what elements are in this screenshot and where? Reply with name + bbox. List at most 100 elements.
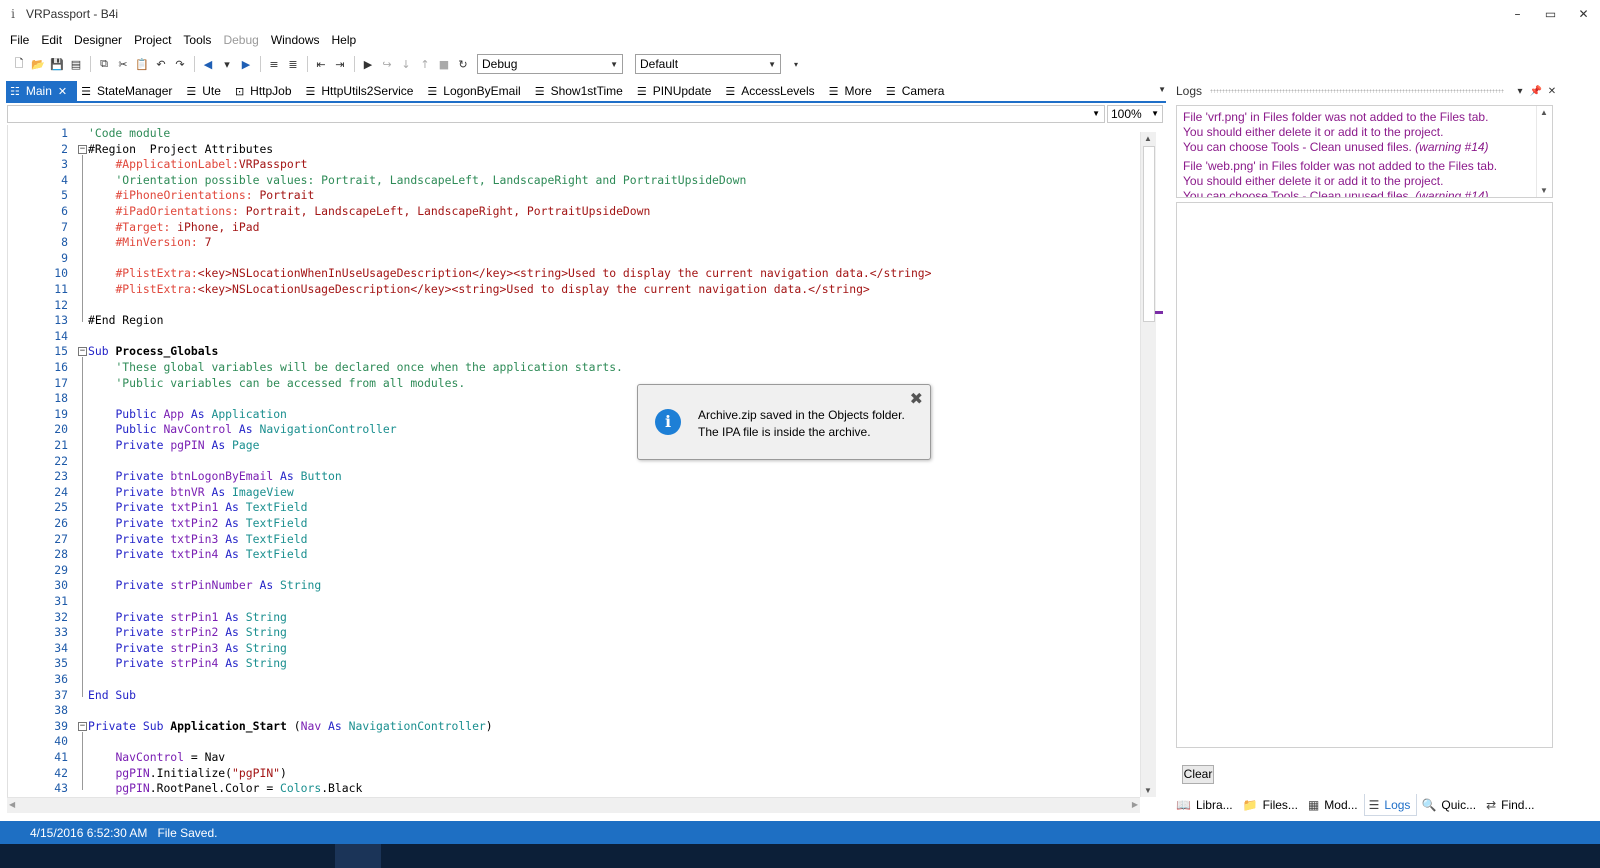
pin-icon[interactable]: 📌 xyxy=(1528,86,1544,97)
code-line[interactable]: 9 xyxy=(8,251,1138,267)
tab-modules[interactable]: ▦ Mod... xyxy=(1304,794,1364,816)
code-line[interactable]: 12 xyxy=(8,298,1138,314)
editor-horizontal-scrollbar[interactable]: ◀ ▶ xyxy=(7,797,1140,813)
tab-camera[interactable]: ☰ Camera xyxy=(882,81,955,101)
undo-icon[interactable]: ↶ xyxy=(152,55,170,73)
code-line[interactable]: 10 #PlistExtra:<key>NSLocationWhenInUseU… xyxy=(8,266,1138,282)
code-line[interactable]: 37 End Sub xyxy=(8,688,1138,704)
code-line[interactable]: 8 #MinVersion: 7 xyxy=(8,235,1138,251)
code-line[interactable]: 29 xyxy=(8,563,1138,579)
tab-show1sttime[interactable]: ☰ Show1stTime xyxy=(531,81,633,101)
toolbar-overflow-icon[interactable]: ▾ xyxy=(787,55,805,73)
code-line[interactable]: 3 #ApplicationLabel:VRPassport xyxy=(8,157,1138,173)
target-config-select[interactable]: Default ▼ xyxy=(635,54,781,74)
code-line[interactable]: 19 Public App As Application xyxy=(8,407,1138,423)
code-line[interactable]: 20 Public NavControl As NavigationContro… xyxy=(8,422,1138,438)
code-line[interactable]: 25 Private txtPin1 As TextField xyxy=(8,500,1138,516)
code-line[interactable]: 43 pgPIN.RootPanel.Color = Colors.Black xyxy=(8,781,1138,797)
code-line[interactable]: 30 Private strPinNumber As String xyxy=(8,578,1138,594)
close-icon[interactable]: ✖ xyxy=(910,389,923,408)
code-line[interactable]: 28 Private txtPin4 As TextField xyxy=(8,547,1138,563)
code-line[interactable]: 42 pgPIN.Initialize("pgPIN") xyxy=(8,766,1138,782)
outdent-icon[interactable]: ⇤ xyxy=(312,55,330,73)
scroll-down-icon[interactable]: ▼ xyxy=(1540,186,1548,195)
uncomment-block-icon[interactable]: ≣ xyxy=(284,55,302,73)
code-line[interactable]: 31 xyxy=(8,594,1138,610)
code-line[interactable]: 36 xyxy=(8,672,1138,688)
tab-ute[interactable]: ☰ Ute xyxy=(182,81,231,101)
step-over-icon[interactable]: ↪ xyxy=(378,55,396,73)
code-line[interactable]: 18 xyxy=(8,391,1138,407)
tab-more[interactable]: ☰ More xyxy=(825,81,882,101)
code-line[interactable]: 26 Private txtPin2 As TextField xyxy=(8,516,1138,532)
code-line[interactable]: 24 Private btnVR As ImageView xyxy=(8,485,1138,501)
tab-statemanager[interactable]: ☰ StateManager xyxy=(77,81,182,101)
indent-icon[interactable]: ⇥ xyxy=(331,55,349,73)
menu-designer[interactable]: Designer xyxy=(68,33,128,47)
save-icon[interactable]: 💾 xyxy=(48,55,66,73)
sub-navigation-select[interactable]: ▼ xyxy=(7,105,1105,123)
scroll-down-icon[interactable]: ▼ xyxy=(1144,786,1152,795)
restore-button[interactable]: ▭ xyxy=(1534,0,1567,28)
zoom-select[interactable]: 100% ▼ xyxy=(1107,105,1163,123)
build-config-select[interactable]: Debug ▼ xyxy=(477,54,623,74)
code-line[interactable]: 41 NavControl = Nav xyxy=(8,750,1138,766)
code-line[interactable]: 23 Private btnLogonByEmail As Button xyxy=(8,469,1138,485)
scrollbar-thumb[interactable] xyxy=(1143,146,1155,322)
code-line[interactable]: 6 #iPadOrientations: Portrait, Landscape… xyxy=(8,204,1138,220)
log-message[interactable]: File 'vrf.png' in Files folder was not a… xyxy=(1177,110,1552,155)
tab-logs[interactable]: ☰ Logs xyxy=(1363,794,1418,816)
scroll-left-icon[interactable]: ◀ xyxy=(9,800,15,809)
scroll-up-icon[interactable]: ▲ xyxy=(1144,134,1152,143)
code-line[interactable]: 27 Private txtPin3 As TextField xyxy=(8,532,1138,548)
tab-httpjob[interactable]: ⊡ HttpJob xyxy=(231,81,302,101)
code-line[interactable]: 5 #iPhoneOrientations: Portrait xyxy=(8,188,1138,204)
copy-icon[interactable]: ⧉ xyxy=(95,55,113,73)
tab-pinupdate[interactable]: ☰ PINUpdate xyxy=(633,81,722,101)
logs-scrollbar[interactable]: ▲ ▼ xyxy=(1536,106,1552,197)
code-line[interactable]: 14 xyxy=(8,329,1138,345)
redo-icon[interactable]: ↷ xyxy=(171,55,189,73)
close-icon[interactable]: ✕ xyxy=(1544,86,1560,97)
tab-find[interactable]: ⇄ Find... xyxy=(1482,794,1540,816)
close-window-button[interactable]: ✕ xyxy=(1567,0,1600,28)
code-line[interactable]: 33 Private strPin2 As String xyxy=(8,625,1138,641)
code-line[interactable]: 15− Sub Process_Globals xyxy=(8,344,1138,360)
paste-icon[interactable]: 📋 xyxy=(133,55,151,73)
tab-httputils2service[interactable]: ☰ HttpUtils2Service xyxy=(302,81,424,101)
step-out-icon[interactable]: ↑ xyxy=(416,55,434,73)
save-all-icon[interactable]: ▤ xyxy=(67,55,85,73)
tab-quick-search[interactable]: 🔍 Quic... xyxy=(1417,794,1482,816)
code-line[interactable]: 34 Private strPin3 As String xyxy=(8,641,1138,657)
editor-vertical-scrollbar[interactable]: ▲ ▼ xyxy=(1140,132,1156,797)
menu-project[interactable]: Project xyxy=(128,33,177,47)
code-line[interactable]: 17 'Public variables can be accessed fro… xyxy=(8,376,1138,392)
scroll-up-icon[interactable]: ▲ xyxy=(1540,108,1548,117)
scroll-right-icon[interactable]: ▶ xyxy=(1132,800,1138,809)
cut-icon[interactable]: ✂ xyxy=(114,55,132,73)
code-line[interactable]: 40 xyxy=(8,734,1138,750)
step-into-icon[interactable]: ↓ xyxy=(397,55,415,73)
code-line[interactable]: 11 #PlistExtra:<key>NSLocationUsageDescr… xyxy=(8,282,1138,298)
menu-help[interactable]: Help xyxy=(326,33,363,47)
code-line[interactable]: 2− #Region Project Attributes xyxy=(8,142,1138,158)
logs-output-area[interactable] xyxy=(1176,202,1553,748)
menu-windows[interactable]: Windows xyxy=(265,33,326,47)
code-line[interactable]: 7 #Target: iPhone, iPad xyxy=(8,220,1138,236)
navigate-forward-icon[interactable]: ▶ xyxy=(237,55,255,73)
open-folder-icon[interactable]: 📂 xyxy=(29,55,47,73)
navigate-back-dropdown-icon[interactable]: ▾ xyxy=(218,55,236,73)
code-line[interactable]: 21 Private pgPIN As Page xyxy=(8,438,1138,454)
tab-accesslevels[interactable]: ☰ AccessLevels xyxy=(721,81,824,101)
fold-toggle-icon[interactable]: − xyxy=(78,347,87,357)
taskbar-active-app[interactable] xyxy=(335,844,381,868)
code-line[interactable]: 35 Private strPin4 As String xyxy=(8,656,1138,672)
code-line[interactable]: 22 xyxy=(8,454,1138,470)
tab-logonbyemail[interactable]: ☰ LogonByEmail xyxy=(423,81,530,101)
fold-toggle-icon[interactable]: − xyxy=(78,144,87,154)
code-line[interactable]: 32 Private strPin1 As String xyxy=(8,610,1138,626)
code-line[interactable]: 13 #End Region xyxy=(8,313,1138,329)
minimize-button[interactable]: – xyxy=(1501,0,1534,28)
menu-edit[interactable]: Edit xyxy=(35,33,68,47)
tab-main[interactable]: ☷ Main ✕ xyxy=(6,81,78,101)
